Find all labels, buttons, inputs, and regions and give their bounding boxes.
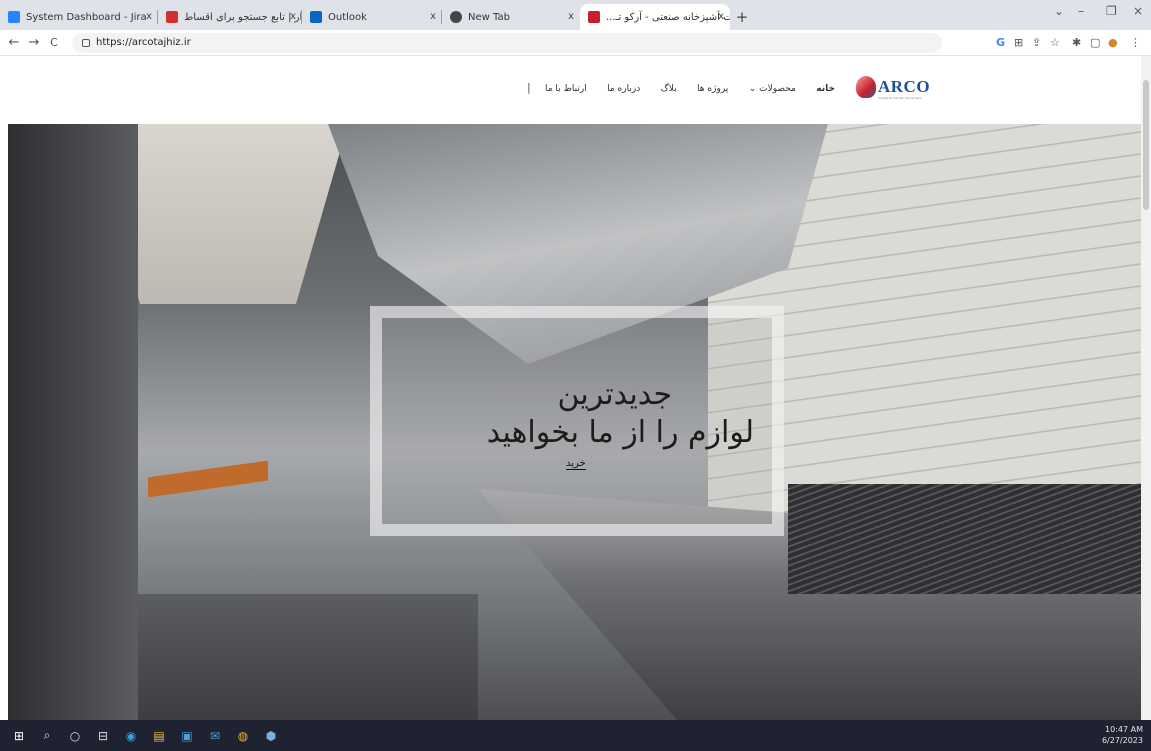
back-button[interactable]: ← bbox=[4, 35, 24, 50]
close-window-button[interactable]: × bbox=[1133, 4, 1143, 18]
share-icon[interactable]: ⇪ bbox=[1032, 36, 1041, 49]
hero-banner: جدیدترین لوازم را از ما بخواهید خرید bbox=[8, 124, 1141, 720]
main-nav: خانه محصولات ⌄ پروژه ها بلاگ درباره ما ا… bbox=[545, 84, 835, 94]
chrome-icon bbox=[450, 11, 462, 23]
grill-grate bbox=[788, 484, 1141, 594]
tab-title: System Dashboard - Jira bbox=[26, 11, 147, 23]
nav-item-products[interactable]: محصولات ⌄ bbox=[749, 84, 796, 94]
logo-text: ARCO bbox=[878, 77, 931, 96]
outlook-icon bbox=[310, 11, 322, 23]
address-bar[interactable]: https://arcotajhiz.ir bbox=[72, 32, 942, 53]
app-icon[interactable]: ⬢ bbox=[262, 728, 280, 744]
lock-icon[interactable] bbox=[82, 38, 90, 47]
buy-link[interactable]: خرید bbox=[566, 458, 586, 470]
arco-icon bbox=[588, 11, 600, 23]
tab-title: New Tab bbox=[468, 11, 510, 23]
url-text: https://arcotajhiz.ir bbox=[96, 37, 191, 48]
minimize-button[interactable]: – bbox=[1078, 4, 1084, 18]
clock-date: 6/27/2023 bbox=[1101, 736, 1143, 745]
windows-taskbar: ⊞ ⌕ ○ ⊟ ◉ ▤ ▣ ✉ ◍ ⬢ 10:47 AM 6/27/2023 bbox=[0, 720, 1151, 751]
new-tab-button[interactable]: + bbox=[730, 4, 754, 30]
scrollbar-thumb[interactable] bbox=[1143, 80, 1149, 210]
close-icon[interactable]: x bbox=[568, 11, 574, 22]
nav-item-contact[interactable]: ارتباط با ما bbox=[545, 84, 587, 94]
hero-headline: جدیدترین لوازم را از ما بخواهید bbox=[382, 376, 762, 452]
hero-headline-line1: جدیدترین bbox=[557, 377, 672, 412]
search-icon[interactable]: ⌕ bbox=[38, 728, 56, 744]
hero-headline-line2: لوازم را از ما بخواهید bbox=[486, 415, 754, 450]
store-icon[interactable]: ▣ bbox=[178, 728, 196, 744]
tab-title: Outlook bbox=[328, 11, 367, 23]
forward-button[interactable]: → bbox=[24, 35, 44, 50]
browser-toolbar: ← → C https://arcotajhiz.ir bbox=[0, 30, 1151, 56]
divar-icon bbox=[166, 11, 178, 23]
profile-avatar[interactable]: ● bbox=[1108, 36, 1118, 49]
tab-title: دیوار | تابع جستجو برای اقساط bbox=[184, 11, 302, 23]
refrigerator-wall bbox=[8, 124, 138, 720]
browser-tab-bar: System Dashboard - Jira x دیوار | تابع ج… bbox=[0, 0, 1151, 30]
tab-title: تجهیزات آشپزخانه صنعتی - آرکو تـ... bbox=[606, 11, 730, 23]
hero-text-box: جدیدترین لوازم را از ما بخواهید خرید bbox=[370, 306, 784, 536]
file-explorer-icon[interactable]: ▤ bbox=[150, 728, 168, 744]
tab-outlook[interactable]: Outlook x bbox=[302, 4, 442, 30]
side-panel-icon[interactable]: ▢ bbox=[1090, 36, 1100, 49]
kitchen-floor bbox=[138, 594, 478, 720]
tab-divar[interactable]: دیوار | تابع جستجو برای اقساط x bbox=[158, 4, 302, 30]
tab-new-tab[interactable]: New Tab x bbox=[442, 4, 580, 30]
extensions-icon[interactable]: ✱ bbox=[1072, 36, 1081, 49]
page-scrollbar[interactable] bbox=[1141, 56, 1151, 720]
site-logo[interactable]: ARCO Industrial Kitchen Equipment bbox=[856, 76, 931, 100]
site-header: | خانه محصولات ⌄ پروژه ها بلاگ درباره ما… bbox=[8, 56, 1141, 124]
cutting-board bbox=[148, 460, 268, 498]
tab-search-icon[interactable]: ⌄ bbox=[1054, 4, 1064, 18]
tab-jira[interactable]: System Dashboard - Jira x bbox=[0, 4, 158, 30]
system-clock[interactable]: 10:47 AM 6/27/2023 bbox=[1102, 724, 1143, 746]
close-icon[interactable]: x bbox=[718, 11, 724, 22]
logo-subtext: Industrial Kitchen Equipment bbox=[878, 96, 922, 100]
reload-button[interactable]: C bbox=[44, 36, 64, 49]
reader-icon[interactable]: ⊞ bbox=[1014, 36, 1023, 49]
nav-item-blog[interactable]: بلاگ bbox=[661, 84, 677, 94]
menu-icon[interactable]: ⋮ bbox=[1130, 36, 1141, 49]
task-view-icon[interactable]: ⊟ bbox=[94, 728, 112, 744]
nav-item-home[interactable]: خانه bbox=[816, 84, 835, 94]
close-icon[interactable]: x bbox=[430, 11, 436, 22]
web-page: | خانه محصولات ⌄ پروژه ها بلاگ درباره ما… bbox=[8, 56, 1141, 720]
mail-icon[interactable]: ✉ bbox=[206, 728, 224, 744]
nav-separator: | bbox=[527, 81, 531, 94]
jira-icon bbox=[8, 11, 20, 23]
start-icon[interactable]: ⊞ bbox=[10, 728, 28, 744]
clock-time: 10:47 AM bbox=[1105, 725, 1143, 734]
nav-item-projects[interactable]: پروژه ها bbox=[697, 84, 728, 94]
google-translate-icon[interactable]: G bbox=[996, 36, 1005, 49]
nav-item-about[interactable]: درباره ما bbox=[607, 84, 640, 94]
arco-logo-icon bbox=[856, 76, 876, 98]
tab-arco[interactable]: تجهیزات آشپزخانه صنعتی - آرکو تـ... x bbox=[580, 4, 730, 30]
chrome-taskbar-icon[interactable]: ◍ bbox=[234, 728, 252, 744]
maximize-button[interactable]: ❐ bbox=[1106, 4, 1117, 18]
edge-icon[interactable]: ◉ bbox=[122, 728, 140, 744]
bookmark-star-icon[interactable]: ☆ bbox=[1050, 36, 1060, 49]
cortana-icon[interactable]: ○ bbox=[66, 728, 84, 744]
close-icon[interactable]: x bbox=[146, 11, 152, 22]
close-icon[interactable]: x bbox=[290, 11, 296, 22]
